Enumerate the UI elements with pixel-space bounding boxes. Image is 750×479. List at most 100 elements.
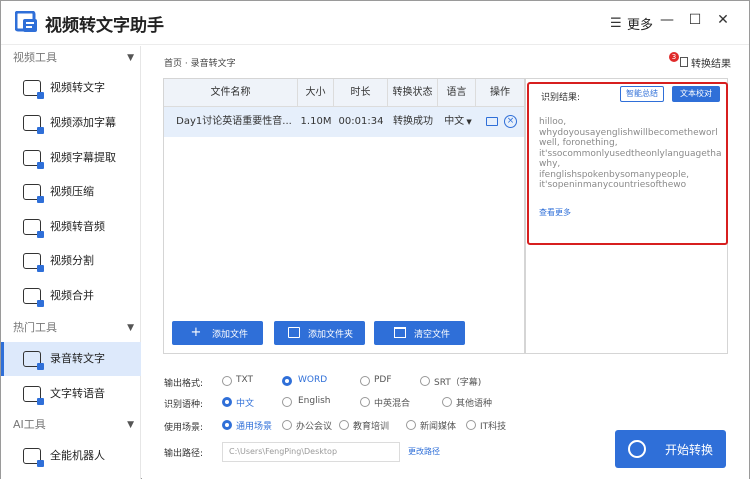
file-size: 1.10M: [300, 116, 332, 127]
add-subtitle-icon: [23, 115, 44, 134]
sidebar-item-label: 视频字幕提取: [50, 151, 116, 164]
option-news[interactable]: 新闻媒体: [420, 419, 456, 432]
radio-srt[interactable]: [420, 376, 430, 386]
smart-summary-button[interactable]: 智能总结: [620, 86, 664, 102]
start-convert-label: 开始转换: [665, 443, 714, 457]
option-word[interactable]: WORD: [298, 375, 327, 385]
sidebar: 视频工具 ▼ 视频转文字 视频添加字幕 视频字幕提取 视频压缩 视频转音频 视频…: [1, 46, 141, 479]
text-to-speech-icon: [23, 386, 44, 405]
column-header-status: 转换状态: [388, 79, 438, 107]
sidebar-item-label: 全能机器人: [50, 449, 105, 462]
section-hot-tools[interactable]: 热门工具 ▼: [1, 316, 141, 340]
sidebar-item-robot[interactable]: 全能机器人: [1, 439, 141, 473]
add-file-label: 添加文件: [212, 330, 249, 340]
sidebar-item-compress[interactable]: 视频压缩: [1, 175, 141, 209]
radio-word[interactable]: [282, 376, 292, 386]
chevron-down-icon: ▼: [127, 53, 134, 63]
result-count-badge: 3: [669, 52, 679, 62]
add-folder-label: 添加文件夹: [308, 330, 354, 340]
start-convert-button[interactable]: 开始转换: [615, 430, 726, 468]
change-path-link[interactable]: 更改路径: [408, 446, 440, 457]
merge-icon: [23, 288, 44, 307]
open-folder-icon[interactable]: [486, 117, 498, 126]
option-pdf[interactable]: PDF: [374, 375, 392, 385]
sidebar-item-video-to-audio[interactable]: 视频转音频: [1, 210, 141, 244]
trash-icon: [394, 327, 406, 338]
sidebar-item-add-subtitle[interactable]: 视频添加字幕: [1, 106, 141, 140]
radio-mixed[interactable]: [360, 397, 370, 407]
main-content: 首页 · 录音转文字 3 转换结果 文件名称 大小 时长 转换状态 语言 操作 …: [142, 46, 749, 479]
menu-icon[interactable]: ☰: [610, 16, 622, 31]
file-name: Day1讨论英语重要性音...: [176, 116, 292, 127]
section-label: AI工具: [13, 418, 46, 431]
app-title: 视频转文字助手: [45, 16, 164, 36]
add-file-button[interactable]: + 添加文件: [172, 321, 263, 345]
minimize-icon[interactable]: —: [657, 12, 677, 28]
breadcrumb: 首页 · 录音转文字: [164, 59, 236, 69]
file-list-panel: 文件名称 大小 时长 转换状态 语言 操作 Day1讨论英语重要性音... 1.…: [163, 78, 525, 354]
radio-it[interactable]: [466, 420, 476, 430]
option-other[interactable]: 其他语种: [456, 396, 492, 409]
option-chinese[interactable]: 中文: [236, 396, 254, 409]
title-bar: 视频转文字助手 ☰ 更多 — ☐ ✕: [1, 1, 749, 45]
column-header-language: 语言: [438, 79, 476, 107]
chevron-down-icon: ▼: [127, 420, 134, 430]
sidebar-item-text-to-speech[interactable]: 文字转语音: [1, 377, 141, 411]
section-ai-tools[interactable]: AI工具 ▼: [1, 413, 141, 437]
radio-education[interactable]: [339, 420, 349, 430]
output-path-label: 输出路径:: [164, 449, 204, 459]
radio-chinese[interactable]: [222, 397, 232, 407]
text-proofread-button[interactable]: 文本校对: [672, 86, 720, 102]
option-mixed[interactable]: 中英混合: [374, 396, 410, 409]
clear-files-label: 清空文件: [414, 330, 451, 340]
clear-files-button[interactable]: 清空文件: [374, 321, 465, 345]
sidebar-item-label: 视频压缩: [50, 185, 94, 198]
sidebar-item-audio-to-text[interactable]: 录音转文字: [1, 342, 141, 376]
recognition-line: hilloo,: [539, 117, 567, 127]
add-folder-button[interactable]: 添加文件夹: [274, 321, 365, 345]
radio-pdf[interactable]: [360, 376, 370, 386]
sidebar-item-subtitle-extract[interactable]: 视频字幕提取: [1, 141, 141, 175]
see-more-link[interactable]: 查看更多: [539, 207, 571, 218]
radio-news[interactable]: [406, 420, 416, 430]
sidebar-item-split[interactable]: 视频分割: [1, 244, 141, 278]
sidebar-item-video-to-text[interactable]: 视频转文字: [1, 71, 141, 105]
table-header: 文件名称 大小 时长 转换状态 语言 操作: [164, 79, 524, 107]
option-meeting[interactable]: 办公会议: [296, 419, 332, 432]
file-status: 转换成功: [393, 116, 433, 127]
sidebar-item-label: 视频转文字: [50, 81, 105, 94]
option-srt[interactable]: SRT（字幕): [434, 375, 481, 388]
chevron-down-icon: ▼: [127, 323, 134, 333]
table-row[interactable]: Day1讨论英语重要性音... 1.10M 00:01:34 转换成功 中文 ▼…: [164, 107, 524, 137]
audio-to-text-icon: [23, 351, 44, 370]
recognition-line: ifenglishspokenbysomanypeople,: [539, 169, 689, 180]
column-header-name: 文件名称: [164, 79, 298, 107]
radio-general[interactable]: [222, 420, 232, 430]
app-window: 视频转文字助手 ☰ 更多 — ☐ ✕ 视频工具 ▼ 视频转文字 视频添加字幕 视…: [0, 0, 750, 479]
radio-english[interactable]: [282, 397, 292, 407]
more-menu-button[interactable]: 更多: [627, 14, 653, 33]
sidebar-item-label: 视频合并: [50, 289, 94, 302]
sidebar-item-label: 视频转音频: [50, 220, 105, 233]
remove-file-icon[interactable]: ×: [504, 115, 517, 128]
option-txt[interactable]: TXT: [236, 375, 253, 385]
sidebar-item-merge[interactable]: 视频合并: [1, 279, 141, 313]
recognition-label: 识别结果:: [541, 93, 581, 103]
radio-other[interactable]: [442, 397, 452, 407]
subtitle-extract-icon: [23, 150, 44, 169]
close-icon[interactable]: ✕: [713, 12, 733, 28]
maximize-icon[interactable]: ☐: [685, 12, 705, 28]
radio-txt[interactable]: [222, 376, 232, 386]
language-dropdown[interactable]: 中文 ▼: [440, 107, 476, 137]
recognition-line: well, foronething,: [539, 138, 618, 148]
option-english[interactable]: English: [298, 396, 331, 406]
conversion-results-link[interactable]: 转换结果: [691, 55, 731, 70]
option-general[interactable]: 通用场景: [236, 419, 272, 432]
app-logo-icon: [15, 11, 37, 32]
option-education[interactable]: 教育培训: [353, 419, 389, 432]
column-header-duration: 时长: [334, 79, 388, 107]
option-it[interactable]: IT科技: [480, 419, 506, 432]
output-path-field[interactable]: C:\Users\FengPing\Desktop: [222, 442, 400, 462]
radio-meeting[interactable]: [282, 420, 292, 430]
section-video-tools[interactable]: 视频工具 ▼: [1, 46, 141, 70]
